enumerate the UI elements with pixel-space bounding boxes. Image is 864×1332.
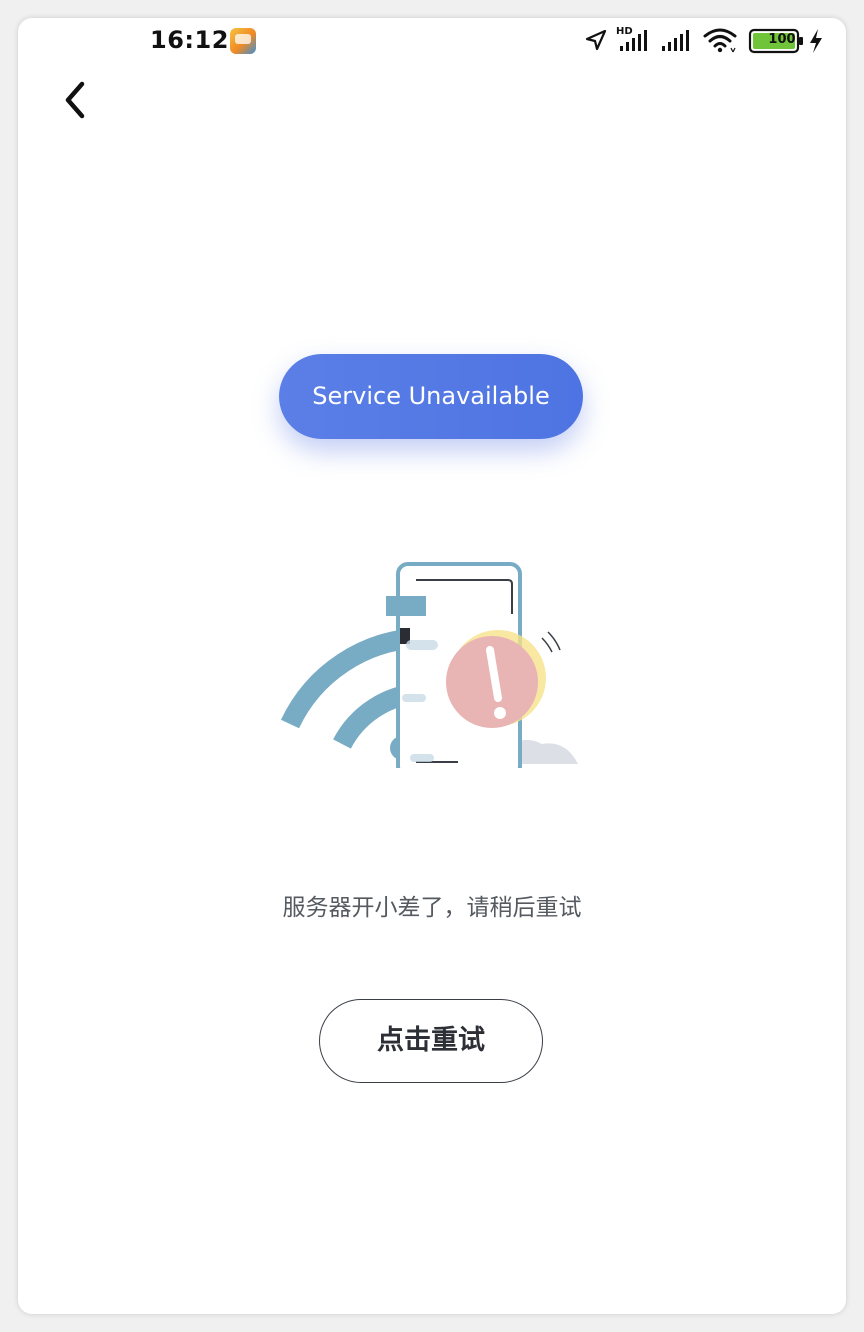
app-icon (230, 28, 256, 54)
status-icons: HD 100 (584, 26, 824, 56)
wifi-icon (703, 28, 737, 53)
back-button[interactable] (52, 76, 100, 124)
svg-text:HD: HD (616, 26, 633, 37)
status-badge: Service Unavailable (279, 354, 583, 439)
phone-wifi-error-illustration (280, 562, 578, 768)
status-bar: 16:12 HD 100 (18, 18, 846, 64)
app-screen: 16:12 HD 100 Service Unavailable 服务器开小差了… (18, 18, 846, 1314)
location-icon (585, 29, 607, 51)
hd-signal-icon: HD (616, 26, 647, 51)
charging-icon (810, 29, 822, 53)
battery-level: 100 (768, 32, 796, 47)
chevron-left-icon (65, 81, 85, 119)
error-message: 服务器开小差了，请稍后重试 (282, 895, 582, 921)
status-time: 16:12 (150, 26, 229, 54)
retry-button[interactable]: 点击重试 (319, 999, 543, 1083)
signal-icon (662, 30, 689, 51)
